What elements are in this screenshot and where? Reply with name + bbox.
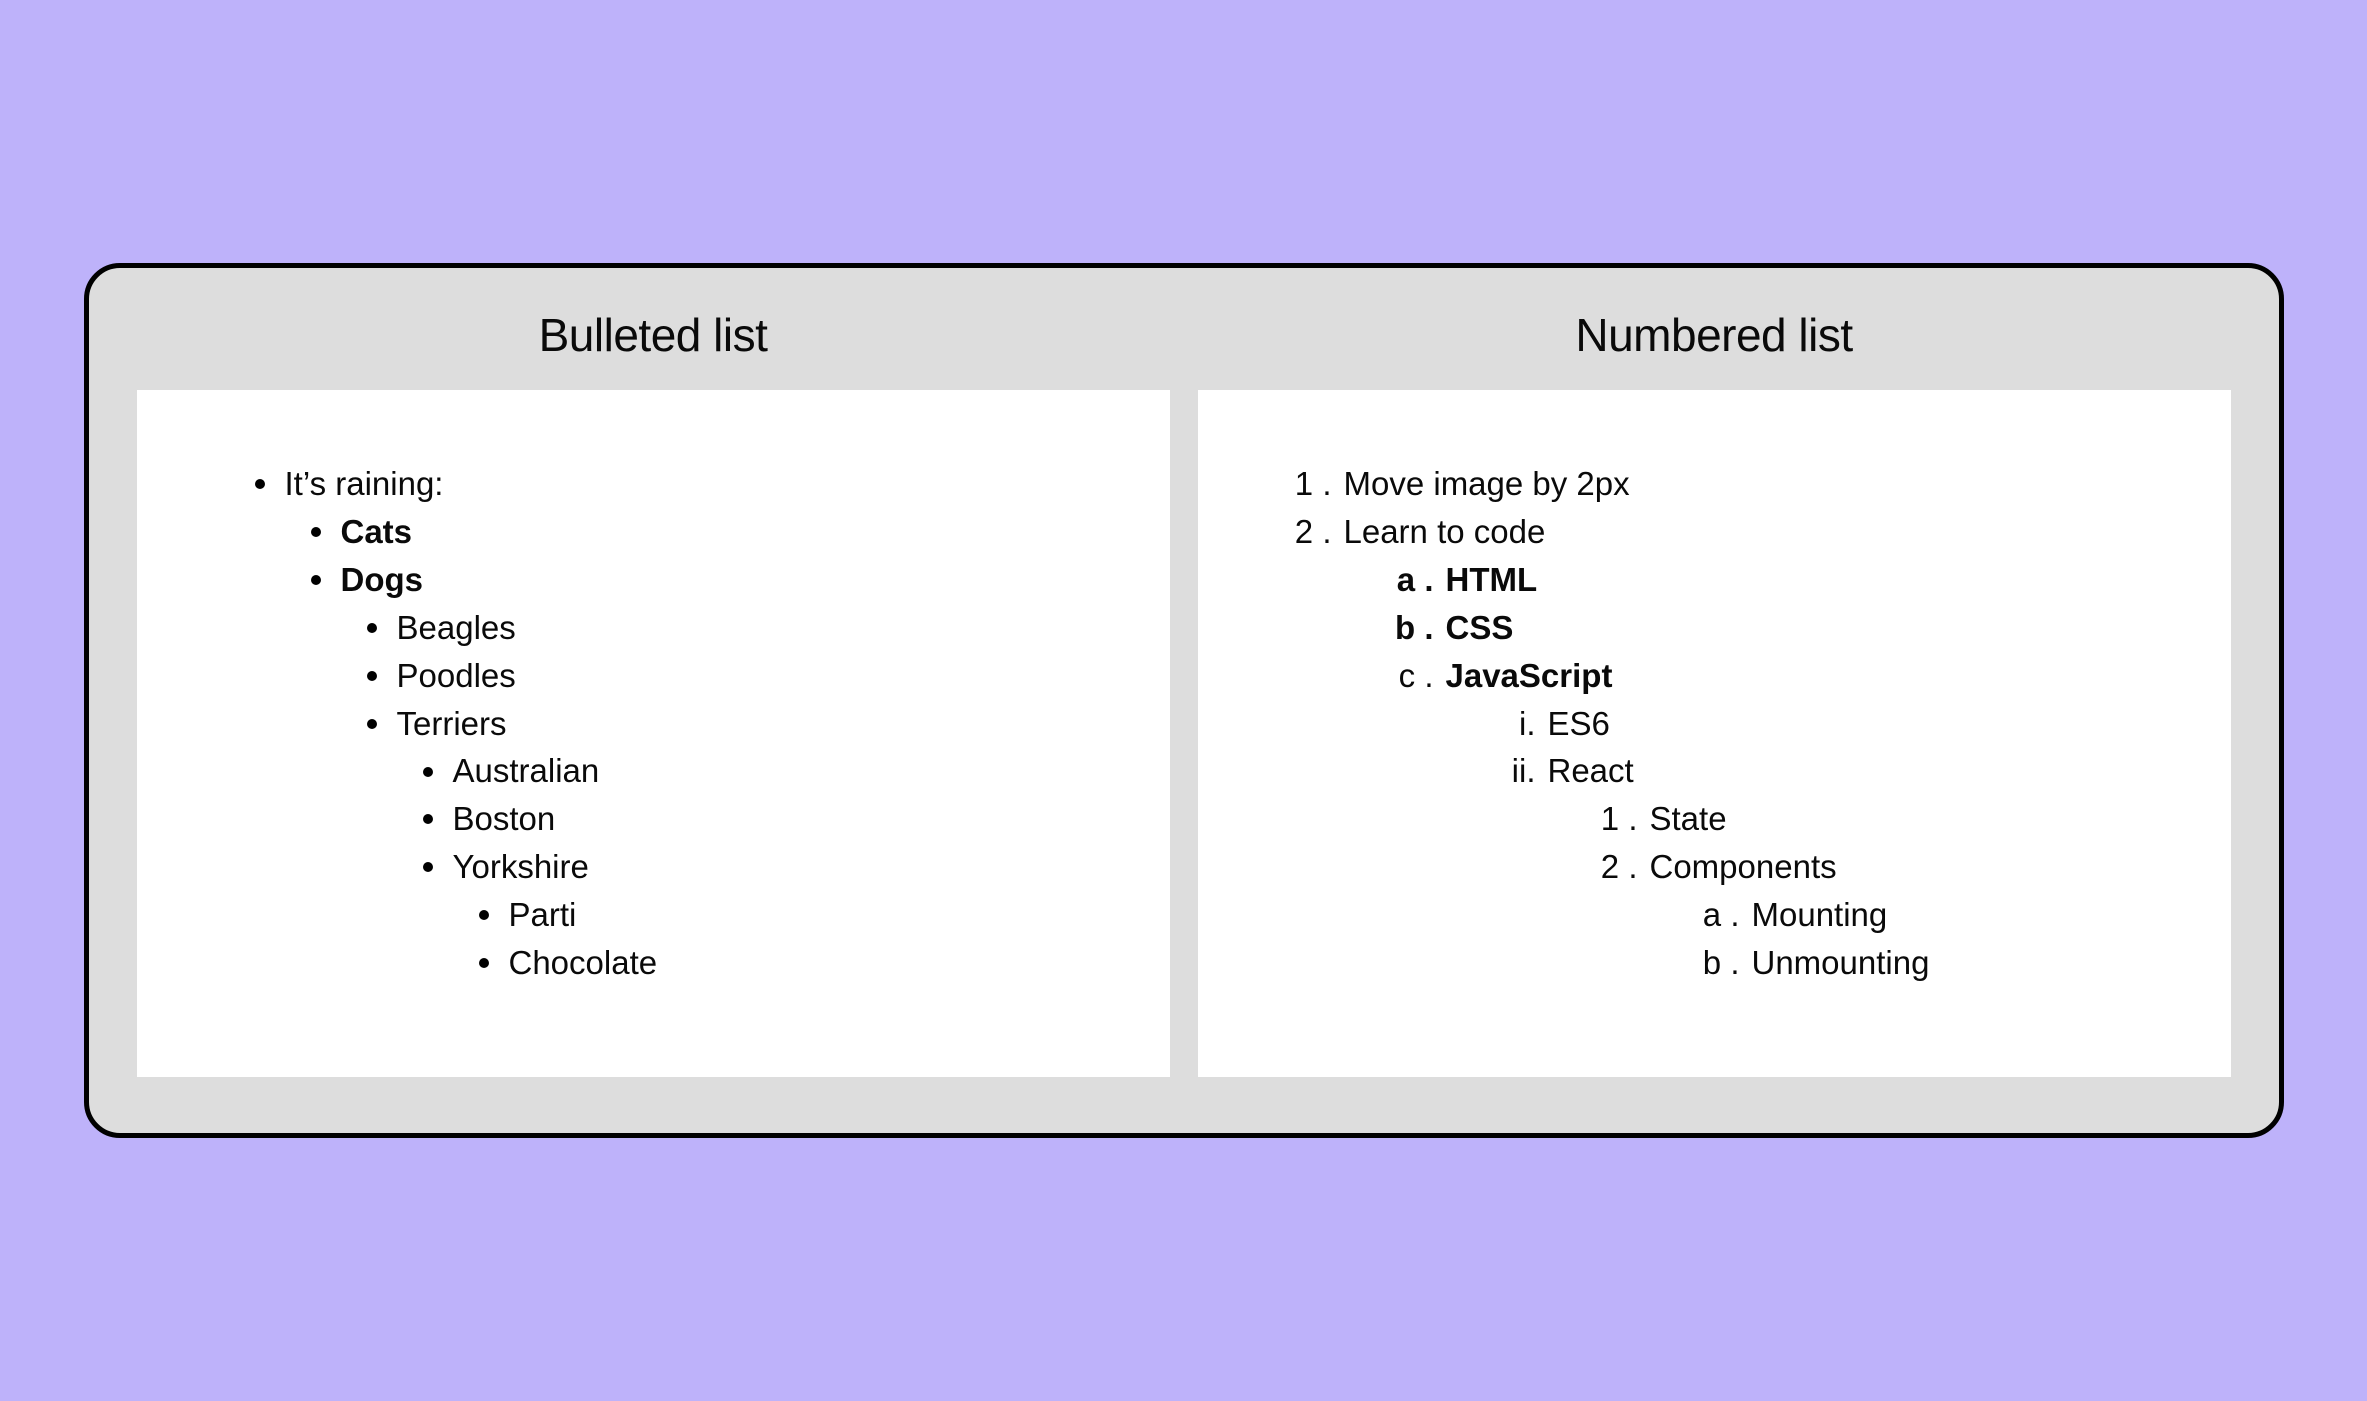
list-item-text: React: [1548, 752, 1634, 789]
list-item: JavaScript ES6 React State Component: [1390, 652, 2171, 987]
bulleted-panel: It’s raining: Cats Dogs Beagles Poodles …: [137, 390, 1170, 1076]
list-item-text: ES6: [1548, 705, 1610, 742]
list-item-text: Parti: [509, 896, 577, 933]
numbered-column: Numbered list Move image by 2px Learn to…: [1198, 308, 2231, 1076]
list-item: React State Components Mounting U: [1492, 747, 2171, 986]
list-item: HTML: [1390, 556, 2171, 604]
bulleted-title: Bulleted list: [137, 308, 1170, 362]
list-item: Cats: [303, 508, 1110, 556]
list-item: Parti: [471, 891, 1110, 939]
list-item-text: HTML: [1446, 561, 1538, 598]
list-item-text: JavaScript: [1446, 657, 1613, 694]
list-item: Boston: [415, 795, 1110, 843]
list-item-text: Beagles: [397, 609, 516, 646]
list-item: ES6: [1492, 700, 2171, 748]
example-card: Bulleted list It’s raining: Cats Dogs Be…: [84, 263, 2284, 1137]
list-item: Yorkshire Parti Chocolate: [415, 843, 1110, 987]
list-item: Poodles: [359, 652, 1110, 700]
list-item-text: Australian: [453, 752, 600, 789]
list-item: Australian: [415, 747, 1110, 795]
list-item-text: CSS: [1446, 609, 1514, 646]
numbered-title: Numbered list: [1198, 308, 2231, 362]
list-item-text: Boston: [453, 800, 556, 837]
bulleted-list: It’s raining: Cats Dogs Beagles Poodles …: [247, 460, 1110, 986]
list-item: State: [1594, 795, 2171, 843]
list-item-text: Move image by 2px: [1344, 465, 1630, 502]
list-item-text: It’s raining:: [285, 465, 444, 502]
list-item: Mounting: [1696, 891, 2171, 939]
bulleted-column: Bulleted list It’s raining: Cats Dogs Be…: [137, 308, 1170, 1076]
list-item: Unmounting: [1696, 939, 2171, 987]
list-item: Terriers Australian Boston Yorkshire: [359, 700, 1110, 987]
numbered-panel: Move image by 2px Learn to code HTML CSS…: [1198, 390, 2231, 1076]
list-item: It’s raining: Cats Dogs Beagles Poodles …: [247, 460, 1110, 986]
list-item-text: Chocolate: [509, 944, 658, 981]
list-item: CSS: [1390, 604, 2171, 652]
list-item-text: State: [1650, 800, 1727, 837]
list-item: Beagles: [359, 604, 1110, 652]
list-item: Dogs Beagles Poodles Terriers Australian…: [303, 556, 1110, 987]
columns: Bulleted list It’s raining: Cats Dogs Be…: [137, 308, 2231, 1076]
list-item-text: Mounting: [1752, 896, 1888, 933]
list-item-text: Unmounting: [1752, 944, 1930, 981]
list-item-text: Components: [1650, 848, 1837, 885]
list-item-text: Yorkshire: [453, 848, 589, 885]
list-item: Chocolate: [471, 939, 1110, 987]
numbered-list: Move image by 2px Learn to code HTML CSS…: [1288, 460, 2171, 986]
list-item-text: Learn to code: [1344, 513, 1546, 550]
list-item: Move image by 2px: [1288, 460, 2171, 508]
list-item-text: Dogs: [341, 561, 424, 598]
list-item-text: Terriers: [397, 705, 507, 742]
list-item-text: Cats: [341, 513, 413, 550]
list-item: Components Mounting Unmounting: [1594, 843, 2171, 987]
list-item-text: Poodles: [397, 657, 516, 694]
list-item: Learn to code HTML CSS JavaScript ES6 Re…: [1288, 508, 2171, 986]
